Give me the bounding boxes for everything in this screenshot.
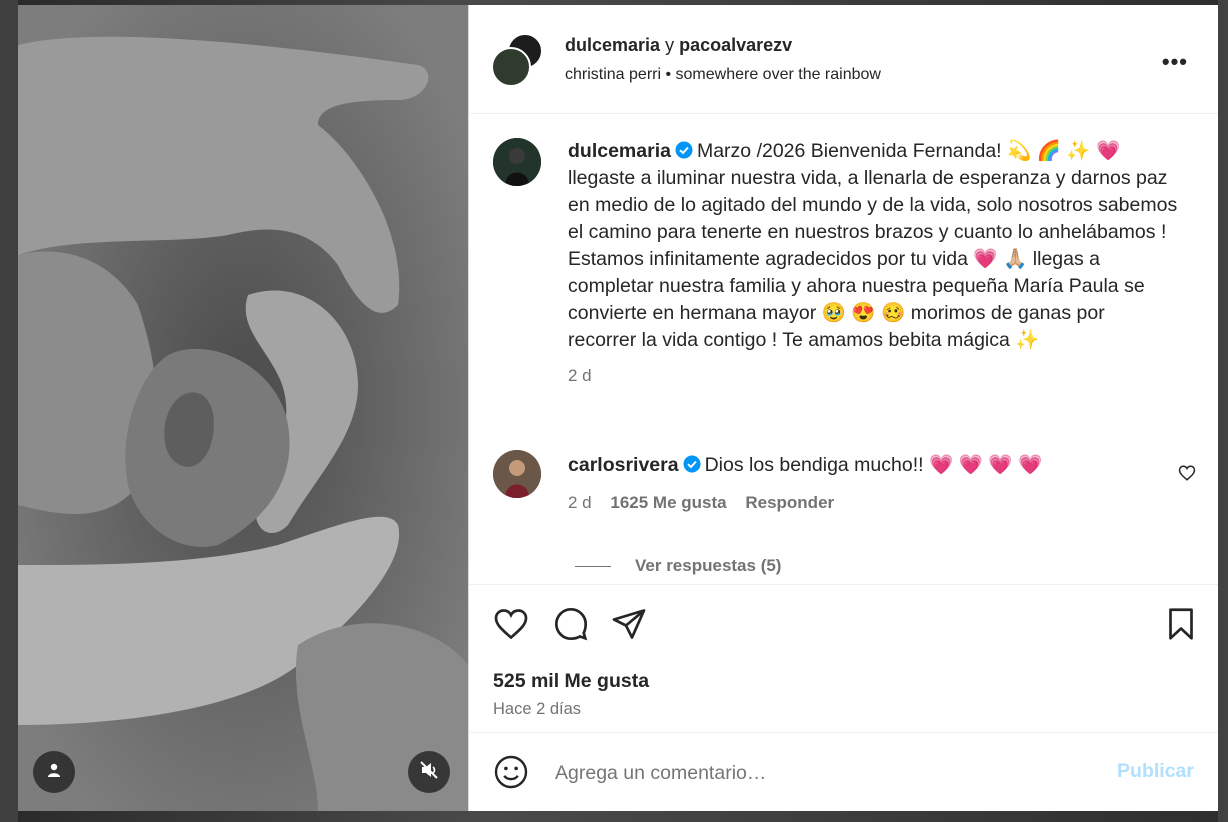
header-title: dulcemaria y pacoalvarezv <box>565 35 881 56</box>
comment-item: carlosrivera Dios los bendiga mucho!! 💗 💗… <box>568 452 1148 516</box>
heart-icon <box>1178 465 1196 486</box>
backdrop-tile <box>0 0 18 822</box>
mute-button[interactable] <box>408 751 450 793</box>
caption-username[interactable]: dulcemaria <box>568 140 671 162</box>
more-icon[interactable]: ••• <box>1162 49 1188 75</box>
backdrop-tile <box>1218 0 1228 822</box>
emoji-icon <box>493 755 529 794</box>
comment-username[interactable]: carlosrivera <box>568 454 679 476</box>
comments-area: dulcemaria Marzo /2026 Bienvenida Fernand… <box>469 114 1218 732</box>
view-replies-label: Ver respuestas (5) <box>635 556 782 575</box>
emoji-button[interactable] <box>493 754 529 795</box>
comment-likes[interactable]: 1625 Me gusta <box>610 493 726 512</box>
reply-button[interactable]: Responder <box>745 493 834 512</box>
music-info[interactable]: christina perri • somewhere over the rai… <box>565 66 881 84</box>
comment-text: Dios los bendiga mucho!! 💗 💗 💗 💗 <box>704 454 1043 476</box>
post-header: dulcemaria y pacoalvarezv christina perr… <box>469 5 1218 114</box>
heart-icon <box>493 609 529 646</box>
caption-text: Marzo /2026 Bienvenida Fernanda! 💫 🌈 ✨ 💗… <box>568 140 1178 351</box>
caption-time[interactable]: 2 d <box>568 362 1178 389</box>
likes-count[interactable]: 525 mil Me gusta <box>493 670 649 693</box>
comment-input[interactable] <box>553 755 1097 791</box>
author-username[interactable]: dulcemaria <box>565 35 660 55</box>
tag-people-button[interactable] <box>33 751 75 793</box>
conjunction: y <box>665 35 675 55</box>
avatar[interactable] <box>493 138 541 186</box>
comment-icon <box>553 607 589 646</box>
save-button[interactable] <box>1163 606 1199 647</box>
avatar <box>491 47 531 87</box>
comment-like-button[interactable] <box>1178 464 1196 487</box>
mute-icon <box>419 760 439 785</box>
comment-time[interactable]: 2 d <box>568 493 592 512</box>
replies-divider <box>575 565 611 567</box>
post-modal: dulcemaria y pacoalvarezv christina perr… <box>18 5 1218 811</box>
user-tag-icon <box>46 762 62 783</box>
post-date: Hace 2 días <box>493 700 582 718</box>
post-media[interactable] <box>18 5 468 811</box>
like-button[interactable] <box>493 606 529 647</box>
avatar[interactable] <box>493 450 541 498</box>
share-button[interactable] <box>611 606 647 647</box>
post-photo <box>18 5 468 811</box>
add-comment-bar: Publicar <box>469 732 1218 811</box>
view-replies[interactable]: Ver respuestas (5) <box>575 556 781 576</box>
bookmark-icon <box>1163 608 1199 646</box>
share-icon <box>611 609 647 646</box>
verified-icon <box>675 140 693 159</box>
comment-button[interactable] <box>553 606 589 647</box>
post-caption: dulcemaria Marzo /2026 Bienvenida Fernand… <box>568 138 1178 389</box>
header-text: dulcemaria y pacoalvarezv christina perr… <box>565 35 881 84</box>
actions-divider <box>469 584 1218 585</box>
action-bar <box>493 606 1199 646</box>
publish-button[interactable]: Publicar <box>1117 760 1194 783</box>
collab-avatars[interactable] <box>491 33 543 87</box>
post-panel: dulcemaria y pacoalvarezv christina perr… <box>468 5 1218 811</box>
verified-icon <box>683 454 701 473</box>
collaborator-username[interactable]: pacoalvarezv <box>679 35 792 55</box>
